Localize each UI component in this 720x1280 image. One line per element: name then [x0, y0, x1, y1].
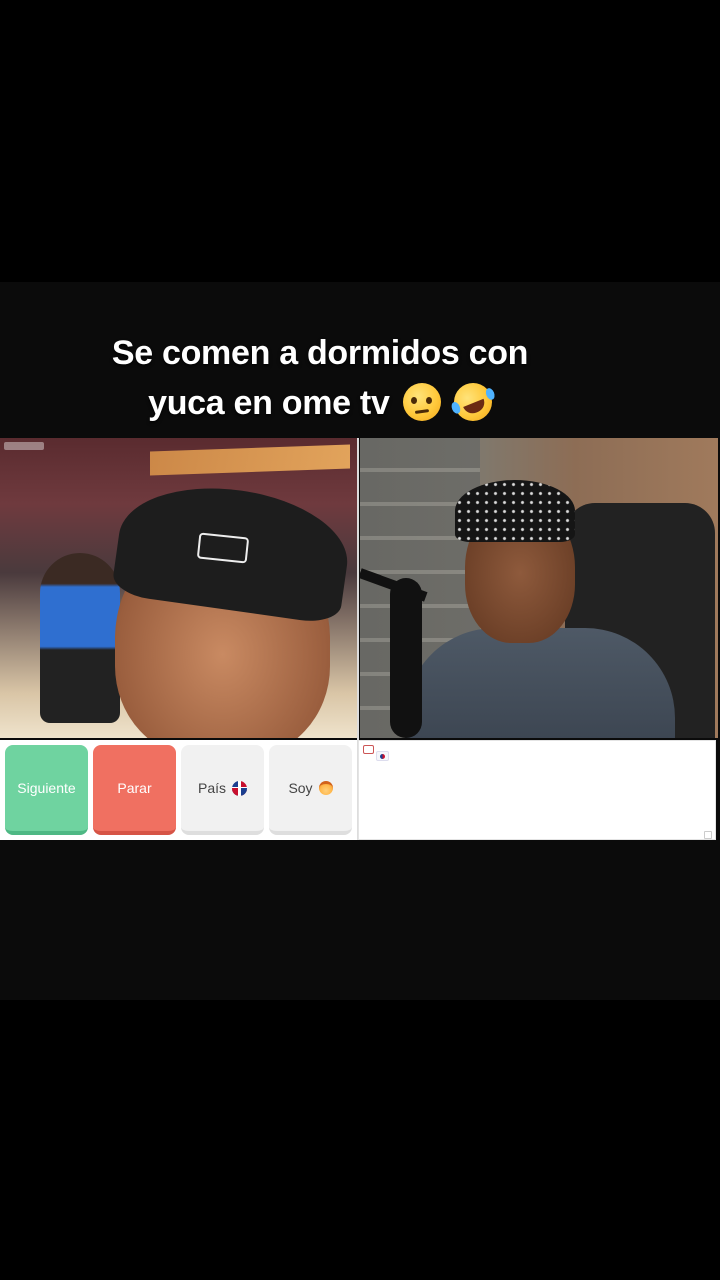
- microphone-icon: [390, 578, 422, 738]
- streamer-body: [405, 628, 675, 738]
- country-select-button[interactable]: País: [181, 745, 264, 835]
- send-icon[interactable]: [704, 831, 712, 839]
- chat-panel: [358, 740, 716, 840]
- chat-message-body: [376, 751, 389, 761]
- cap-logo-icon: [196, 532, 250, 564]
- caption-overlay: Se comen a dormidos con yuca en ome tv: [0, 328, 640, 428]
- gender-select-button[interactable]: Soy: [269, 745, 352, 835]
- caption-line-1: Se comen a dormidos con: [111, 334, 529, 372]
- raised-eyebrow-emoji-icon: [402, 383, 441, 421]
- background-person: [40, 553, 120, 723]
- country-button-label: País: [197, 780, 226, 796]
- person-icon: [318, 781, 333, 795]
- chat-message-icon: [363, 745, 374, 754]
- stranger-video: [0, 438, 357, 738]
- caption-line-2-text: yuca en ome tv: [148, 384, 390, 422]
- dominican-republic-flag-icon: [232, 780, 247, 796]
- streamer-cap: [455, 480, 575, 542]
- caption-line-2: yuca en ome tv: [0, 377, 640, 428]
- screen: Se comen a dormidos con yuca en ome tv S…: [0, 0, 720, 1280]
- rofl-emoji-icon: [448, 377, 498, 427]
- gender-button-label: Soy: [288, 780, 313, 796]
- chat-controls: Siguiente Parar País Soy: [0, 740, 357, 840]
- ceiling-light: [150, 444, 350, 476]
- flag-icon: [380, 753, 385, 759]
- chat-input[interactable]: [361, 831, 701, 839]
- self-video: [360, 438, 718, 738]
- next-button[interactable]: Siguiente: [5, 745, 88, 835]
- watermark-icon: [4, 442, 44, 450]
- next-button-label: Siguiente: [17, 780, 76, 796]
- stop-button[interactable]: Parar: [93, 745, 176, 835]
- stop-button-label: Parar: [117, 780, 152, 796]
